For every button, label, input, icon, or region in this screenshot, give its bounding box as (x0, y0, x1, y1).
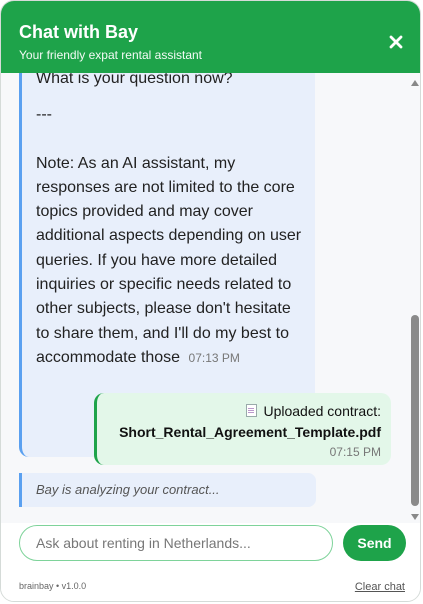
chat-widget: Chat with Bay Your friendly expat rental… (0, 0, 421, 602)
close-icon (389, 35, 403, 49)
message-input[interactable] (19, 525, 333, 561)
bot-message-note: Note: As an AI assistant, my responses a… (36, 152, 305, 371)
upload-label: Uploaded contract: (263, 403, 381, 419)
message-list[interactable]: What is your question now? --- Note: As … (1, 73, 409, 523)
message-scrollbar[interactable] (409, 73, 420, 523)
brand-version: brainbay • v1.0.0 (19, 581, 87, 591)
upload-line: Uploaded contract: (97, 401, 381, 421)
close-button[interactable] (388, 34, 404, 50)
chat-title: Chat with Bay (19, 22, 139, 42)
scroll-down-arrow-icon[interactable] (411, 514, 419, 520)
composer: Send brainbay • v1.0.0 Clear chat (1, 523, 420, 601)
clear-chat-link[interactable]: Clear chat (355, 581, 405, 593)
user-message: Uploaded contract: Short_Rental_Agreemen… (94, 393, 391, 465)
send-button[interactable]: Send (343, 525, 406, 561)
bot-message-line: What is your question now? (36, 73, 233, 87)
user-message-time: 07:15 PM (329, 445, 381, 459)
bot-note-text: Note: As an AI assistant, my responses a… (36, 154, 302, 366)
scrollbar-thumb[interactable] (411, 315, 419, 506)
chat-subtitle: Your friendly expat rental assistant (19, 48, 202, 62)
bot-message-time: 07:13 PM (188, 350, 240, 365)
chat-header: Chat with Bay Your friendly expat rental… (1, 1, 420, 73)
uploaded-filename: Short_Rental_Agreement_Template.pdf (119, 424, 381, 440)
bot-message-separator: --- (36, 106, 52, 124)
status-message: Bay is analyzing your contract... (19, 473, 316, 507)
document-icon (246, 404, 258, 417)
scroll-up-arrow-icon[interactable] (411, 80, 419, 86)
